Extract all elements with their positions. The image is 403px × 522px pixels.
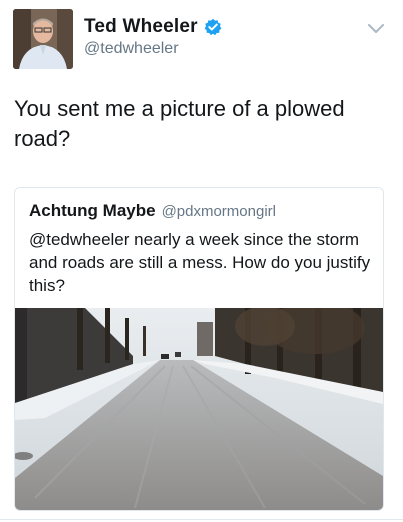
quoted-display-name[interactable]: Achtung Maybe xyxy=(29,201,156,221)
divider xyxy=(0,519,403,520)
verified-badge-icon xyxy=(204,18,222,36)
author-handle[interactable]: @tedwheeler xyxy=(84,40,179,58)
quoted-tweet-header: Achtung Maybe @pdxmormongirl xyxy=(29,201,276,221)
quoted-tweet-text: @tedwheeler nearly a week since the stor… xyxy=(29,230,371,295)
avatar[interactable] xyxy=(13,9,73,69)
tweet: Ted Wheeler @tedwheeler You sent me a pi… xyxy=(0,0,403,522)
quoted-tweet-photo[interactable] xyxy=(15,302,383,510)
author-name-row[interactable]: Ted Wheeler xyxy=(84,16,222,38)
quoted-tweet[interactable]: Achtung Maybe @pdxmormongirl @tedwheeler… xyxy=(14,187,384,511)
tweet-text: You sent me a picture of a plowed road? xyxy=(14,96,345,151)
chevron-down-icon[interactable] xyxy=(366,22,386,36)
quoted-handle[interactable]: @pdxmormongirl xyxy=(162,203,276,220)
display-name[interactable]: Ted Wheeler xyxy=(84,16,198,38)
